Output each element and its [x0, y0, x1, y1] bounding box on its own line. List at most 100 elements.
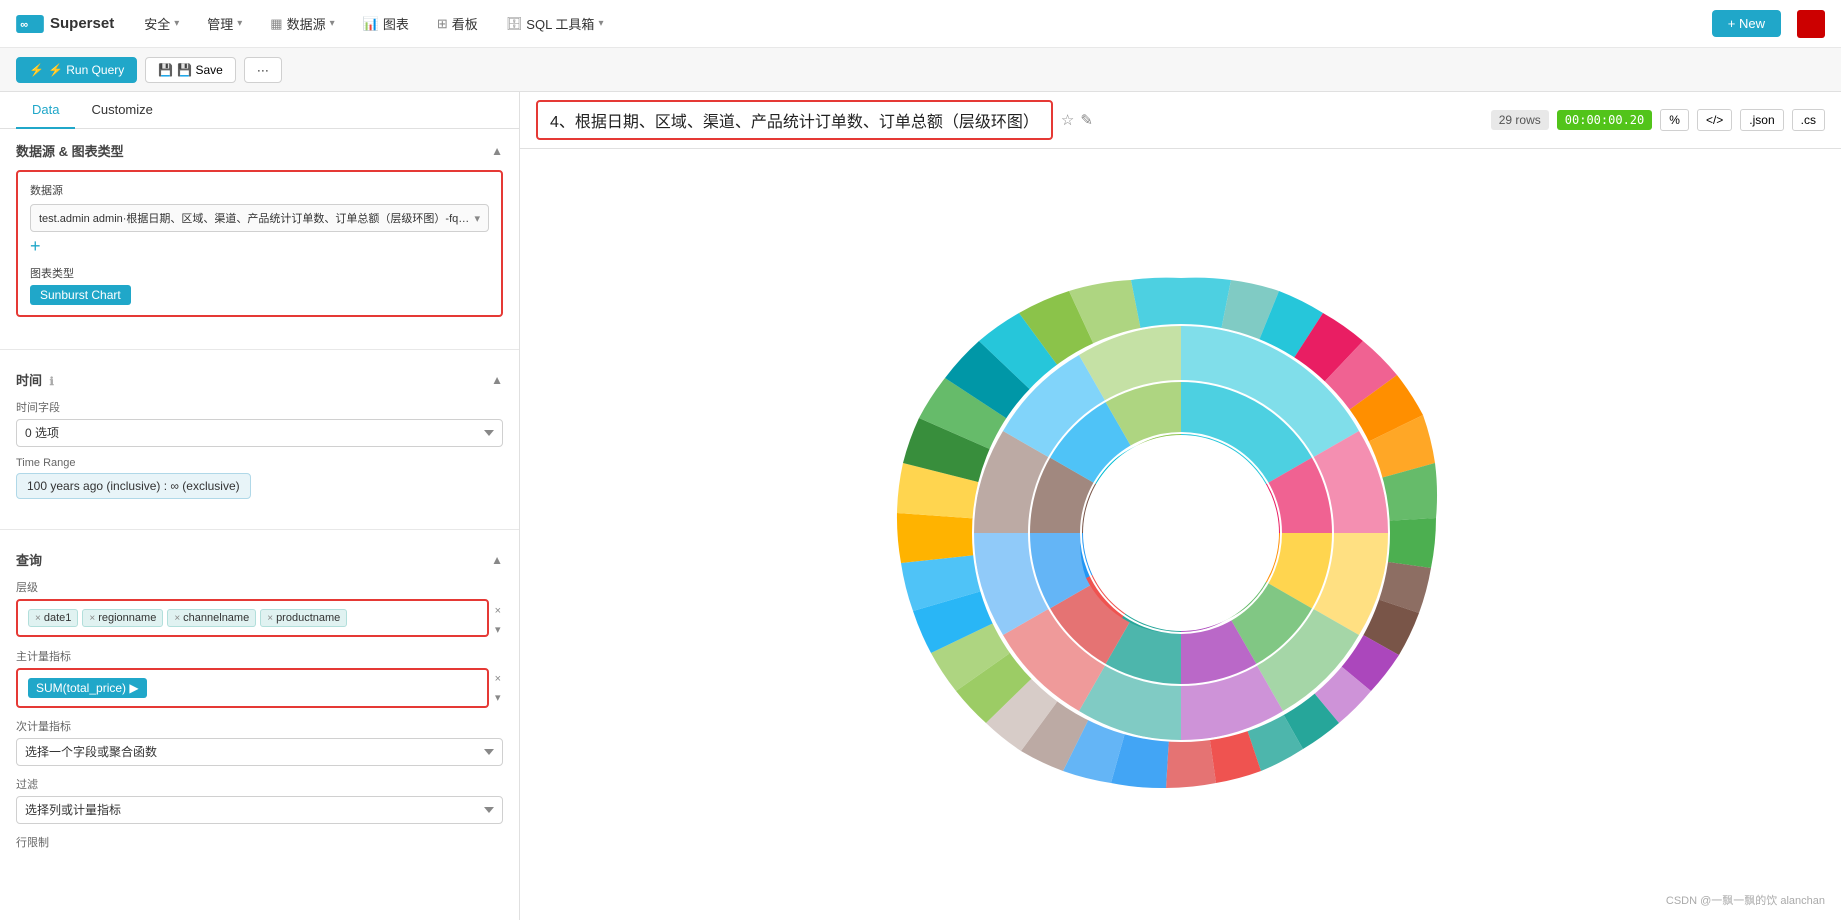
time-field-select[interactable]: 0 选项 — [16, 419, 503, 447]
tag-regionname-label: regionname — [98, 612, 156, 624]
remove-tag-icon[interactable]: × — [267, 613, 273, 624]
sql-label: SQL 工具箱 — [526, 14, 594, 33]
secondary-metric-row: 次计量指标 选择一个字段或聚合函数 — [16, 718, 503, 766]
metric-x-button[interactable]: × — [493, 671, 503, 687]
datasource-label: 数据源 — [287, 14, 326, 33]
toolbar: ⚡ ⚡ Run Query 💾 💾 Save ··· — [0, 48, 1841, 92]
nav-item-security[interactable]: 安全 ▾ — [134, 10, 189, 37]
rows-count-badge: 29 rows — [1491, 110, 1549, 130]
sunburst-chart — [871, 223, 1491, 846]
export-csv-button[interactable]: .cs — [1792, 109, 1825, 131]
datasource-section-header[interactable]: 数据源 & 图表类型 ▲ — [16, 141, 503, 160]
query-section-title: 查询 — [16, 550, 42, 569]
star-icon[interactable]: ☆ — [1061, 111, 1074, 129]
user-avatar[interactable] — [1797, 10, 1825, 38]
admin-label: 管理 — [207, 14, 233, 33]
collapse-icon: ▲ — [491, 373, 503, 387]
nav-item-datasource[interactable]: ▦ 数据源 ▾ — [260, 10, 344, 37]
tab-data[interactable]: Data — [16, 92, 75, 129]
remove-tag-icon[interactable]: × — [35, 613, 41, 624]
app-name: Superset — [50, 15, 114, 32]
chart-area: CSDN @一飘一飘的饮 alanchan — [520, 149, 1841, 920]
top-nav: ∞ Superset 安全 ▾ 管理 ▾ ▦ 数据源 ▾ 📊 图表 ⊞ 看板 🗄… — [0, 0, 1841, 48]
edit-icon[interactable]: ✎ — [1080, 111, 1093, 129]
new-button[interactable]: + New — [1712, 10, 1781, 37]
remove-tag-icon[interactable]: × — [89, 613, 95, 624]
left-panel: Data Customize 数据源 & 图表类型 ▲ 数据源 test.adm… — [0, 92, 520, 920]
tag-date1-label: date1 — [44, 612, 72, 624]
remove-tag-icon[interactable]: × — [174, 613, 180, 624]
filter-row: 过滤 选择列或计量指标 — [16, 776, 503, 824]
datasource-box: 数据源 test.admin admin·根据日期、区域、渠道、产品统计订单数、… — [16, 170, 503, 317]
secondary-metric-label: 次计量指标 — [16, 718, 503, 734]
primary-metric-tag[interactable]: SUM(total_price) ▶ — [28, 678, 147, 698]
query-section-header[interactable]: 查询 ▲ — [16, 550, 503, 569]
collapse-icon: ▲ — [491, 553, 503, 567]
chevron-down-icon: ▾ — [174, 18, 179, 29]
chart-header: 4、根据日期、区域、渠道、产品统计订单数、订单总额（层级环图） ☆ ✎ 29 r… — [520, 92, 1841, 149]
tag-channelname[interactable]: × channelname — [167, 609, 256, 627]
dashboard-icon: ⊞ — [437, 16, 448, 32]
ellipsis-icon: ··· — [257, 63, 269, 77]
nav-item-sql[interactable]: 🗄 SQL 工具箱 ▾ — [496, 10, 614, 37]
execution-time-badge: 00:00:00.20 — [1557, 110, 1652, 130]
tags-x-button[interactable]: × — [493, 603, 503, 619]
chart-type-badge[interactable]: Sunburst Chart — [30, 285, 489, 305]
primary-metric-box: SUM(total_price) ▶ — [16, 668, 489, 708]
export-percent-button[interactable]: % — [1660, 109, 1689, 131]
tag-channelname-label: channelname — [183, 612, 249, 624]
time-section-title: 时间 ℹ — [16, 370, 54, 389]
svg-text:∞: ∞ — [20, 19, 28, 31]
limit-label: 行限制 — [16, 834, 503, 850]
chart-type-label: 图表类型 — [30, 265, 489, 281]
time-field-row: 时间字段 0 选项 — [16, 399, 503, 447]
secondary-metric-select[interactable]: 选择一个字段或聚合函数 — [16, 738, 503, 766]
chevron-down-icon: ▾ — [237, 18, 242, 29]
metric-chevron-button[interactable]: ▾ — [493, 689, 503, 706]
tab-customize[interactable]: Customize — [75, 92, 168, 129]
nav-item-charts[interactable]: 📊 图表 — [353, 10, 419, 37]
time-section-header[interactable]: 时间 ℹ ▲ — [16, 370, 503, 389]
chart-title-box: 4、根据日期、区域、渠道、产品统计订单数、订单总额（层级环图） — [536, 100, 1053, 140]
charts-label: 图表 — [383, 14, 409, 33]
datasource-add-button[interactable]: + — [30, 236, 489, 257]
tag-productname[interactable]: × productname — [260, 609, 347, 627]
time-range-button[interactable]: 100 years ago (inclusive) : ∞ (exclusive… — [16, 473, 251, 499]
chart-header-icons: ☆ ✎ — [1061, 111, 1093, 129]
hierarchy-row: 层级 × date1 × regionname × chann — [16, 579, 503, 638]
right-panel: 4、根据日期、区域、渠道、产品统计订单数、订单总额（层级环图） ☆ ✎ 29 r… — [520, 92, 1841, 920]
more-options-button[interactable]: ··· — [244, 57, 282, 83]
save-button[interactable]: 💾 💾 Save — [145, 57, 236, 83]
tag-regionname[interactable]: × regionname — [82, 609, 163, 627]
tags-chevron-button[interactable]: ▾ — [493, 621, 503, 638]
chevron-down-icon: ▾ — [598, 18, 603, 29]
info-icon: ℹ — [50, 376, 54, 388]
limit-row: 行限制 — [16, 834, 503, 850]
chevron-down-icon: ▾ — [474, 212, 480, 225]
time-section: 时间 ℹ ▲ 时间字段 0 选项 Time Range 100 years ag… — [0, 358, 519, 521]
section-divider-2 — [0, 529, 519, 530]
nav-item-dashboard[interactable]: ⊞ 看板 — [427, 10, 488, 37]
hierarchy-tags-box[interactable]: × date1 × regionname × channelname × — [16, 599, 489, 637]
time-field-label: 时间字段 — [16, 399, 503, 415]
time-range-value: 100 years ago (inclusive) : ∞ (exclusive… — [27, 479, 240, 493]
time-range-row: Time Range 100 years ago (inclusive) : ∞… — [16, 457, 503, 499]
run-query-button[interactable]: ⚡ ⚡ Run Query — [16, 57, 137, 83]
datasource-value: test.admin admin·根据日期、区域、渠道、产品统计订单数、订单总额… — [39, 210, 470, 226]
tag-date1[interactable]: × date1 — [28, 609, 78, 627]
app-logo[interactable]: ∞ Superset — [16, 15, 114, 33]
datasource-section-title: 数据源 & 图表类型 — [16, 141, 124, 160]
hierarchy-label: 层级 — [16, 579, 503, 595]
save-icon: 💾 — [158, 63, 173, 77]
export-json-button[interactable]: .json — [1740, 109, 1783, 131]
filter-select[interactable]: 选择列或计量指标 — [16, 796, 503, 824]
time-range-label: Time Range — [16, 457, 503, 469]
datasource-select[interactable]: test.admin admin·根据日期、区域、渠道、产品统计订单数、订单总额… — [30, 204, 489, 232]
dashboard-label: 看板 — [452, 14, 478, 33]
tag-productname-label: productname — [276, 612, 340, 624]
nav-item-admin[interactable]: 管理 ▾ — [197, 10, 252, 37]
run-query-icon: ⚡ — [29, 63, 44, 77]
new-button-label: + New — [1728, 16, 1765, 31]
chevron-down-icon: ▾ — [330, 18, 335, 29]
export-code-button[interactable]: </> — [1697, 109, 1732, 131]
